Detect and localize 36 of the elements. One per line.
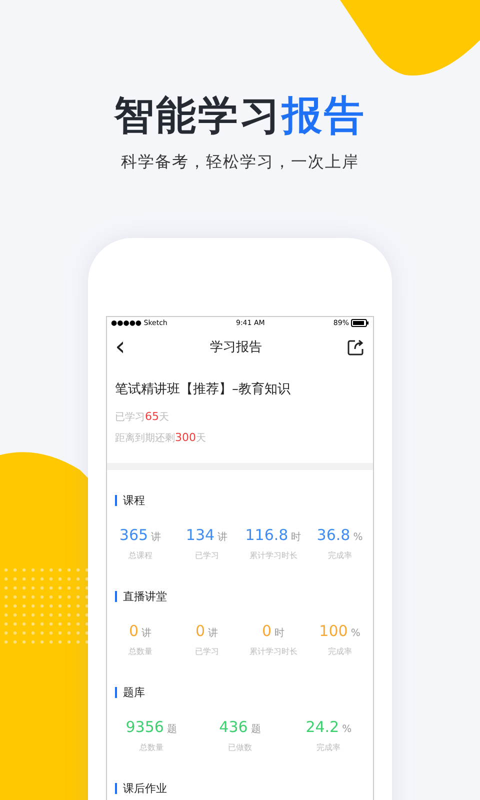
battery-icon (350, 319, 369, 327)
stat-value: 116.8 时 (245, 526, 302, 546)
stat-label: 完成率 (328, 646, 352, 658)
stat-value: 9356 题 (126, 718, 177, 738)
stat-label: 完成率 (316, 742, 341, 754)
section-title: 课后作业 (123, 780, 167, 796)
stat-value: 0 时 (262, 622, 285, 642)
course-title: 笔试精讲班【推荐】–教育知识 (115, 381, 292, 399)
stat-label: 已学习 (194, 550, 219, 562)
stat-label: 总数量 (139, 742, 164, 754)
back-button[interactable]: ‹ (115, 332, 126, 362)
section-title: 直播讲堂 (123, 588, 167, 604)
headline-highlight: 报告 (282, 92, 366, 140)
course-progress-text: 距离到期还剩300天 (115, 430, 207, 446)
stat-value: 436 题 (219, 718, 261, 738)
stat-value: 100 % (319, 622, 360, 642)
stat-label: 总课程 (128, 550, 152, 562)
subtitle: 科学备考，轻松学习，一次上岸 (121, 152, 359, 172)
share-button[interactable] (347, 338, 365, 356)
stat-value: 36.8 % (316, 526, 363, 546)
stat-label: 累计学习时长 (249, 550, 298, 562)
stat-value: 134 讲 (186, 526, 228, 546)
stat-label: 已学习 (194, 646, 219, 658)
headline: 智能学习 (114, 92, 282, 140)
section-title: 课程 (123, 492, 145, 508)
stat-value: 365 讲 (119, 526, 162, 546)
page-title: 学习报告 (210, 339, 262, 356)
stat-label: 累计学习时长 (249, 646, 298, 658)
stat-label: 完成率 (328, 550, 352, 562)
stat-label: 已做数 (228, 742, 252, 754)
course-progress-text: 已学习65天 (115, 409, 170, 425)
stat-label: 总数量 (128, 646, 152, 658)
section-title: 题库 (123, 684, 145, 700)
stat-value: 0 讲 (128, 622, 152, 642)
stat-value: 24.2 % (306, 718, 352, 738)
stat-value: 0 讲 (195, 622, 218, 642)
